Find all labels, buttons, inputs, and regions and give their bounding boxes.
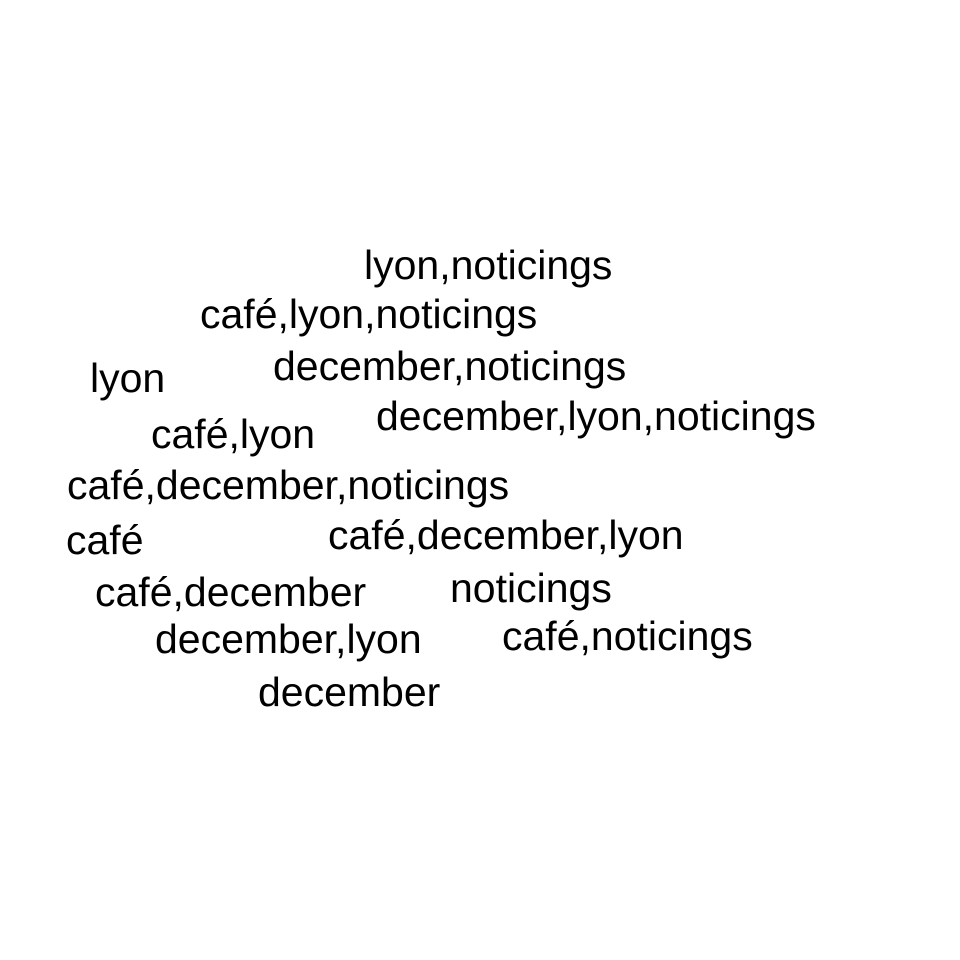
word-label: café,december,noticings (67, 462, 510, 508)
word-label: café,noticings (502, 613, 753, 659)
word-cloud: lyon,noticings café,lyon,noticings lyon … (0, 0, 960, 960)
word-label: café,lyon,noticings (200, 291, 538, 337)
word-label: café (66, 517, 144, 563)
word-label: café,lyon (151, 411, 316, 457)
word-label: december,noticings (273, 343, 627, 389)
word-label: noticings (450, 565, 612, 611)
word-label: december,lyon (155, 616, 422, 662)
word-label: lyon,noticings (364, 242, 613, 288)
word-label: december,lyon,noticings (376, 393, 816, 439)
word-label: café,december,lyon (328, 512, 684, 558)
word-label: december (258, 669, 441, 715)
word-label: lyon (90, 355, 166, 401)
word-label: café,december (95, 569, 367, 615)
